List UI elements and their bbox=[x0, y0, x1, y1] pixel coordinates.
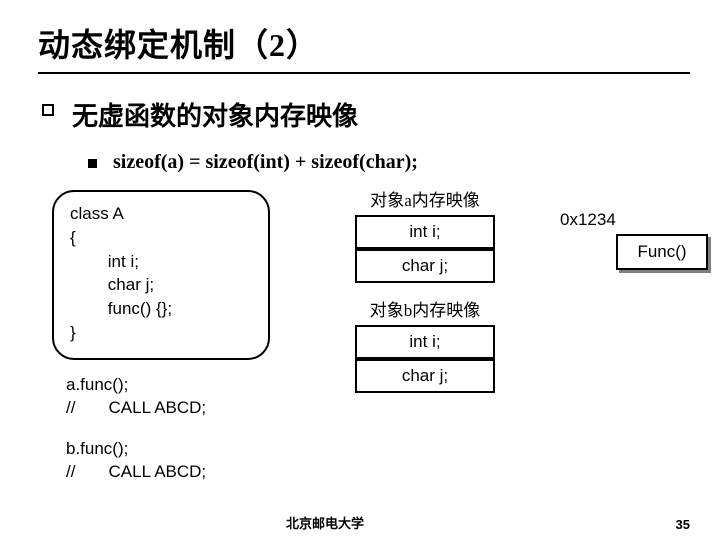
slide-title: 动态绑定机制（2） bbox=[38, 20, 690, 74]
code-l3: int i; bbox=[70, 250, 252, 274]
call-a-code: a.func(); // CALL ABCD; bbox=[66, 374, 206, 420]
class-code-box: class A { int i; char j; func() {}; } bbox=[52, 190, 270, 360]
bullet-level2: sizeof(a) = sizeof(int) + sizeof(char); bbox=[88, 151, 690, 174]
content-area: class A { int i; char j; func() {}; } a.… bbox=[38, 190, 690, 480]
call-b-code: b.func(); // CALL ABCD; bbox=[66, 438, 206, 484]
mem-b-cell2: char j; bbox=[355, 359, 495, 393]
code-l1: class A bbox=[70, 202, 252, 226]
mem-a-cell1: int i; bbox=[355, 215, 495, 249]
code-l4: char j; bbox=[70, 273, 252, 297]
slide: 动态绑定机制（2） 无虚函数的对象内存映像 sizeof(a) = sizeof… bbox=[0, 0, 720, 540]
memory-layout-a: 对象a内存映像 int i; char j; bbox=[340, 186, 510, 283]
footer: 北京邮电大学 35 bbox=[0, 513, 720, 532]
code-l5: func() {}; bbox=[70, 297, 252, 321]
square-outline-icon bbox=[42, 104, 54, 116]
code-l2: { bbox=[70, 226, 252, 250]
mem-a-cell2: char j; bbox=[355, 249, 495, 283]
page-number: 35 bbox=[676, 517, 690, 532]
address-label: 0x1234 bbox=[560, 210, 616, 230]
mem-a-label: 对象a内存映像 bbox=[340, 186, 510, 211]
bullet-l1-text: 无虚函数的对象内存映像 bbox=[72, 96, 358, 133]
code-l6: } bbox=[70, 321, 252, 345]
square-filled-icon bbox=[88, 159, 97, 168]
bullet-level1: 无虚函数的对象内存映像 bbox=[42, 96, 690, 133]
footer-university: 北京邮电大学 bbox=[286, 513, 364, 532]
mem-b-cell1: int i; bbox=[355, 325, 495, 359]
func-box: Func() bbox=[616, 234, 708, 270]
bullet-l2-text: sizeof(a) = sizeof(int) + sizeof(char); bbox=[113, 151, 418, 174]
mem-b-label: 对象b内存映像 bbox=[340, 296, 510, 321]
memory-layout-b: 对象b内存映像 int i; char j; bbox=[340, 296, 510, 393]
